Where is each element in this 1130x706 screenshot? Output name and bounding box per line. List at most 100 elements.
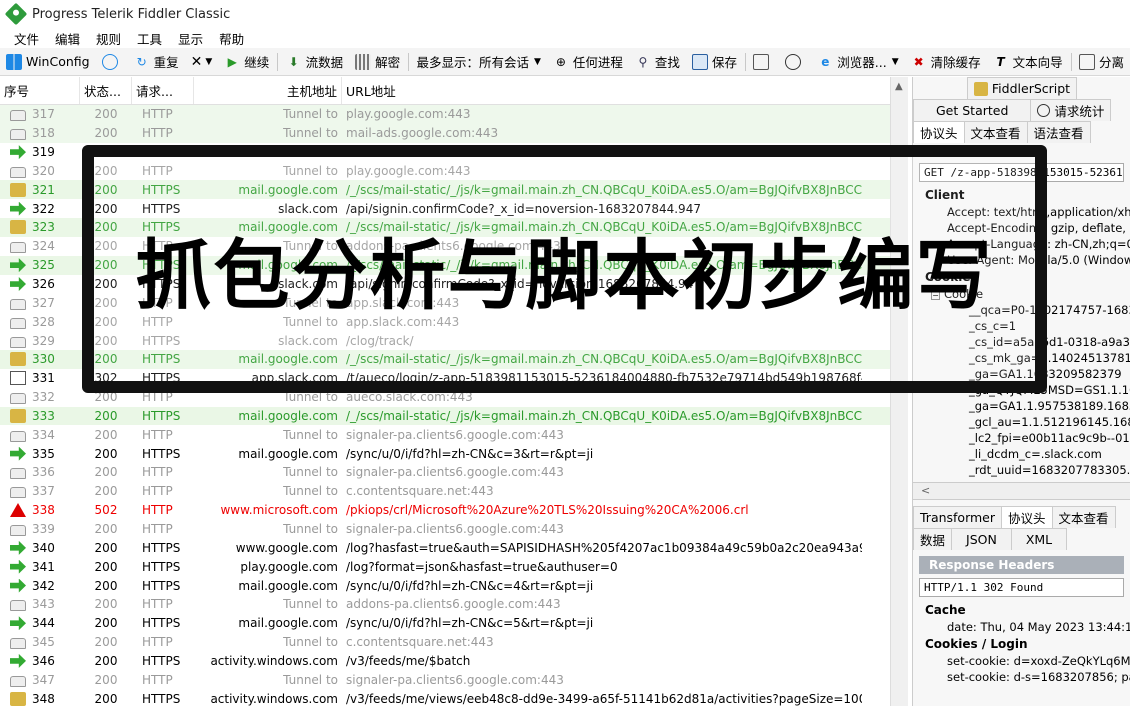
- row-protocol: HTTP: [142, 465, 173, 480]
- any-process-button[interactable]: ⊕ 任何进程: [547, 50, 629, 74]
- row-status: 200: [94, 635, 118, 650]
- tab-response-xml[interactable]: XML: [1010, 528, 1068, 550]
- decode-button[interactable]: 解密: [349, 50, 406, 74]
- tab-fiddlerscript[interactable]: FiddlerScript: [966, 77, 1078, 99]
- table-row[interactable]: 340 200 HTTPS www.google.com/log?hasfast=tr…: [0, 538, 908, 557]
- table-row[interactable]: 344 200 HTTPS mail.google.com/sync/u/0/i/fd…: [0, 614, 908, 633]
- session-tunnel-icon: [10, 468, 26, 480]
- row-host: Tunnel to: [283, 521, 338, 536]
- menu-tools[interactable]: 工具: [129, 29, 170, 48]
- find-button[interactable]: ⚲ 查找: [629, 50, 686, 74]
- table-row[interactable]: 342 200 HTTPS mail.google.com/sync/u/0/i/fd…: [0, 576, 908, 595]
- tearoff-button[interactable]: 分离: [1073, 50, 1130, 74]
- tab-response-raw[interactable]: 数据: [913, 528, 953, 550]
- row-protocol: HTTP: [142, 672, 173, 687]
- tab-headers[interactable]: 协议头: [913, 121, 965, 143]
- tab-transformer[interactable]: Transformer: [913, 506, 1003, 528]
- cookie-value: _rdt_uuid=1683207783305.55: [969, 463, 1130, 477]
- keep-sessions-dropdown[interactable]: 最多显示：所有会话 ▼: [410, 50, 546, 74]
- browse-button[interactable]: e 浏览器... ▼: [811, 50, 904, 74]
- column-header-host[interactable]: 主机地址: [194, 77, 342, 104]
- chevron-down-icon: ▼: [533, 56, 541, 67]
- session-tunnel-icon: [10, 129, 26, 141]
- tab-response-json[interactable]: JSON: [951, 528, 1012, 550]
- menu-file[interactable]: 文件: [6, 29, 47, 48]
- replay-button[interactable]: ↻ 重复: [128, 50, 185, 74]
- clear-cache-icon: ✖: [913, 54, 924, 69]
- row-status: 200: [94, 559, 118, 574]
- row-index-cell: 333: [0, 408, 80, 423]
- table-row[interactable]: 338 502 HTTP www.microsoft.com/pkiops/crl/M…: [0, 501, 908, 520]
- tab-textview[interactable]: 文本查看: [963, 121, 1028, 143]
- cookies-login-title: Cookies / Login: [925, 637, 1028, 651]
- row-id: 319: [32, 145, 55, 160]
- tab-syntaxview[interactable]: 语法查看: [1026, 121, 1091, 143]
- row-host: Tunnel to: [283, 427, 338, 442]
- row-id: 338: [32, 503, 55, 518]
- timer-button[interactable]: [779, 50, 811, 74]
- row-url: /sync/u/0/i/fd?hl=zh-CN&c=3&rt=r&pt=ji: [346, 446, 594, 461]
- row-id: 334: [32, 427, 55, 442]
- tab-response-textview[interactable]: 文本查看: [1051, 506, 1116, 528]
- row-host: activity.windows.com: [210, 653, 338, 668]
- scroll-up-icon[interactable]: ▲: [895, 81, 903, 92]
- scroll-left-icon[interactable]: <: [921, 484, 930, 497]
- session-js-icon: [10, 182, 26, 197]
- row-index-cell: 329: [0, 334, 80, 348]
- text-wizard-button[interactable]: T 文本向导: [987, 50, 1069, 74]
- table-row[interactable]: 318 200 HTTP Tunnel to mail-ads.google.com:4…: [0, 123, 908, 143]
- session-js-icon: [10, 352, 26, 367]
- table-row[interactable]: 317 200 HTTP Tunnel to play.google.com:443: [0, 105, 908, 124]
- resume-button[interactable]: ▶ 继续: [218, 50, 275, 74]
- tab-response-headers[interactable]: 协议头: [1001, 506, 1053, 528]
- stopwatch-icon: [1037, 104, 1051, 117]
- row-id: 348: [32, 691, 55, 706]
- table-row[interactable]: 341 200 HTTPS play.google.com/log?format=js…: [0, 557, 908, 576]
- table-row[interactable]: 336 200 HTTP Tunnel to signaler-pa.clients6.…: [0, 463, 908, 482]
- row-index-cell: 318: [0, 126, 80, 141]
- table-row[interactable]: 345 200 HTTP Tunnel to c.contentsquare.net:4…: [0, 633, 908, 652]
- row-index-cell: 330: [0, 352, 80, 367]
- table-row[interactable]: 347 200 HTTP Tunnel to signaler-pa.clients6.…: [0, 670, 908, 689]
- toolbar: WinConfig ↻ 重复 ✕ ▼ ▶ 继续 ⬇ 流数据 解密 最多显示：所有会话 ▼ …: [0, 48, 1130, 76]
- column-header-protocol[interactable]: 请求...: [132, 77, 194, 104]
- menu-help[interactable]: 帮助: [211, 29, 252, 48]
- window-title: Progress Telerik Fiddler Classic: [32, 6, 231, 22]
- chevron-down-icon: ▼: [891, 56, 899, 67]
- table-row[interactable]: 333 200 HTTPS mail.google.com /_/scs/mail-st…: [0, 406, 908, 426]
- menu-view[interactable]: 显示: [170, 29, 211, 48]
- clear-cache-button[interactable]: ✖ 清除缓存: [905, 50, 987, 74]
- tab-statistics[interactable]: 请求统计: [1030, 99, 1112, 121]
- row-id: 329: [32, 333, 55, 348]
- table-row[interactable]: 335 200 HTTPS mail.google.com/sync/u/0/i/fd…: [0, 444, 908, 463]
- session-tunnel-icon: [10, 600, 26, 612]
- menu-edit[interactable]: 编辑: [47, 29, 88, 48]
- row-url: signaler-pa.clients6.google.com:443: [346, 465, 564, 480]
- table-row[interactable]: 343 200 HTTP Tunnel to addons-pa.clients6.go…: [0, 595, 908, 614]
- text-wizard-icon: T: [996, 54, 1005, 69]
- comment-button[interactable]: [96, 50, 128, 74]
- tab-get-started[interactable]: Get Started: [913, 99, 1032, 121]
- row-index-cell: 341: [0, 559, 80, 574]
- winconfig-button[interactable]: WinConfig: [0, 50, 96, 74]
- table-row[interactable]: 348 200 HTTPS activity.windows.com/v3/feeds…: [0, 689, 908, 706]
- row-host: mail.google.com: [238, 408, 338, 423]
- row-status: 200: [94, 465, 118, 480]
- column-header-index[interactable]: 序号: [0, 77, 80, 104]
- remove-button[interactable]: ✕ ▼: [185, 50, 219, 74]
- stream-button[interactable]: ⬇ 流数据: [280, 50, 350, 74]
- table-row[interactable]: 334 200 HTTP Tunnel to signaler-pa.clients6.…: [0, 425, 908, 444]
- table-row[interactable]: 339 200 HTTP Tunnel to signaler-pa.clients6.…: [0, 520, 908, 539]
- screenshot-button[interactable]: [747, 50, 779, 74]
- row-host: Tunnel to: [283, 107, 338, 122]
- row-protocol: HTTPS: [142, 578, 181, 593]
- row-id: 335: [32, 446, 55, 461]
- save-button[interactable]: 保存: [686, 50, 743, 74]
- column-header-status[interactable]: 状态...: [80, 77, 132, 104]
- clock-icon: [785, 53, 802, 70]
- menu-rules[interactable]: 规则: [88, 29, 129, 48]
- table-row[interactable]: 346 200 HTTPS activity.windows.com/v3/feeds…: [0, 651, 908, 670]
- table-row[interactable]: 337 200 HTTP Tunnel to c.contentsquare.net:4…: [0, 482, 908, 501]
- horizontal-scrollbar[interactable]: <: [913, 482, 1130, 500]
- column-header-url[interactable]: URL地址: [342, 77, 890, 104]
